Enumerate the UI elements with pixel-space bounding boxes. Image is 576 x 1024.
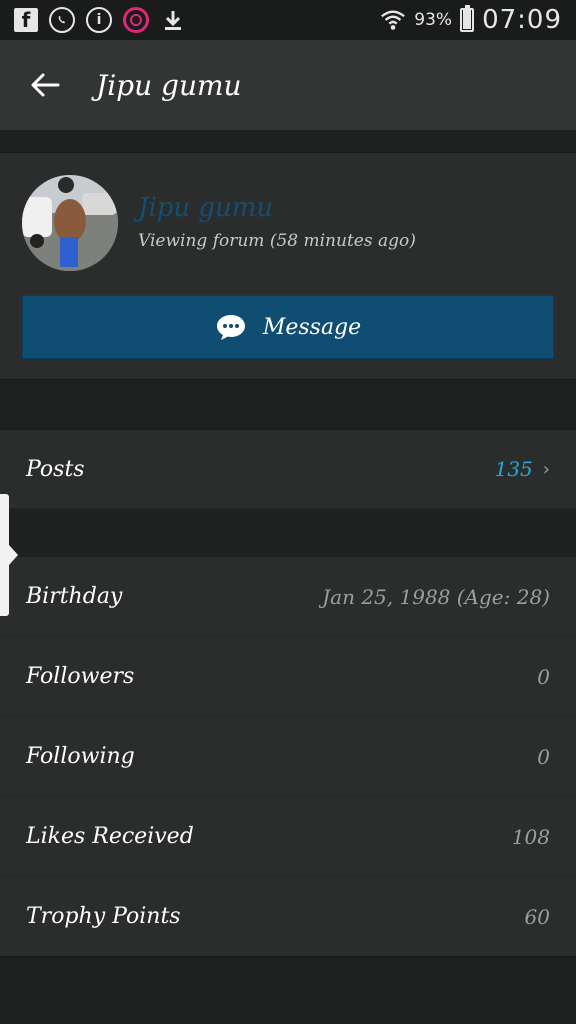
message-button-label: Message	[262, 314, 362, 340]
chat-bubble-icon	[216, 315, 245, 340]
drawer-handle[interactable]	[0, 494, 18, 616]
profile-details-list: Birthday Jan 25, 1988 (Age: 28) Follower…	[0, 557, 576, 957]
spacer	[0, 380, 576, 429]
fingerprint-icon	[123, 7, 149, 33]
detail-value: 108	[511, 824, 550, 849]
info-icon: i	[86, 7, 112, 33]
profile-card: Jipu gumu Viewing forum (58 minutes ago)…	[0, 152, 576, 380]
activity-status: Viewing forum (58 minutes ago)	[138, 231, 416, 251]
detail-label: Likes Received	[26, 824, 194, 849]
spacer	[0, 509, 576, 557]
status-bar: f i 93% 07:09	[0, 0, 576, 40]
message-button[interactable]: Message	[22, 295, 554, 359]
detail-row-following[interactable]: Following 0	[0, 717, 576, 797]
posts-label: Posts	[26, 456, 85, 482]
avatar[interactable]	[22, 175, 118, 271]
whatsapp-icon	[49, 7, 75, 33]
detail-value: 0	[537, 664, 550, 689]
username-link[interactable]: Jipu gumu	[138, 193, 273, 223]
detail-label: Birthday	[26, 584, 123, 609]
download-icon	[160, 7, 186, 33]
arrow-left-icon	[31, 73, 60, 97]
wifi-icon	[380, 7, 406, 33]
detail-row-trophy-points[interactable]: Trophy Points 60	[0, 877, 576, 957]
detail-label: Followers	[26, 664, 135, 689]
detail-row-birthday: Birthday Jan 25, 1988 (Age: 28)	[0, 557, 576, 637]
detail-label: Following	[26, 744, 135, 769]
back-button[interactable]	[0, 40, 90, 130]
page-title: Jipu gumu	[96, 68, 242, 102]
battery-percentage: 93%	[414, 10, 453, 30]
detail-value: 0	[537, 744, 550, 769]
detail-row-likes-received: Likes Received 108	[0, 797, 576, 877]
battery-icon	[460, 5, 475, 32]
posts-row[interactable]: Posts 135 ›	[0, 429, 576, 509]
detail-value: Jan 25, 1988 (Age: 28)	[322, 584, 550, 609]
spacer	[0, 130, 576, 152]
clock: 07:09	[482, 5, 562, 35]
app-bar: Jipu gumu	[0, 40, 576, 130]
detail-label: Trophy Points	[26, 904, 181, 929]
chevron-right-icon: ›	[542, 458, 550, 480]
facebook-icon: f	[14, 8, 38, 32]
posts-count: 135	[494, 457, 533, 481]
detail-value: 60	[524, 904, 550, 929]
detail-row-followers[interactable]: Followers 0	[0, 637, 576, 717]
